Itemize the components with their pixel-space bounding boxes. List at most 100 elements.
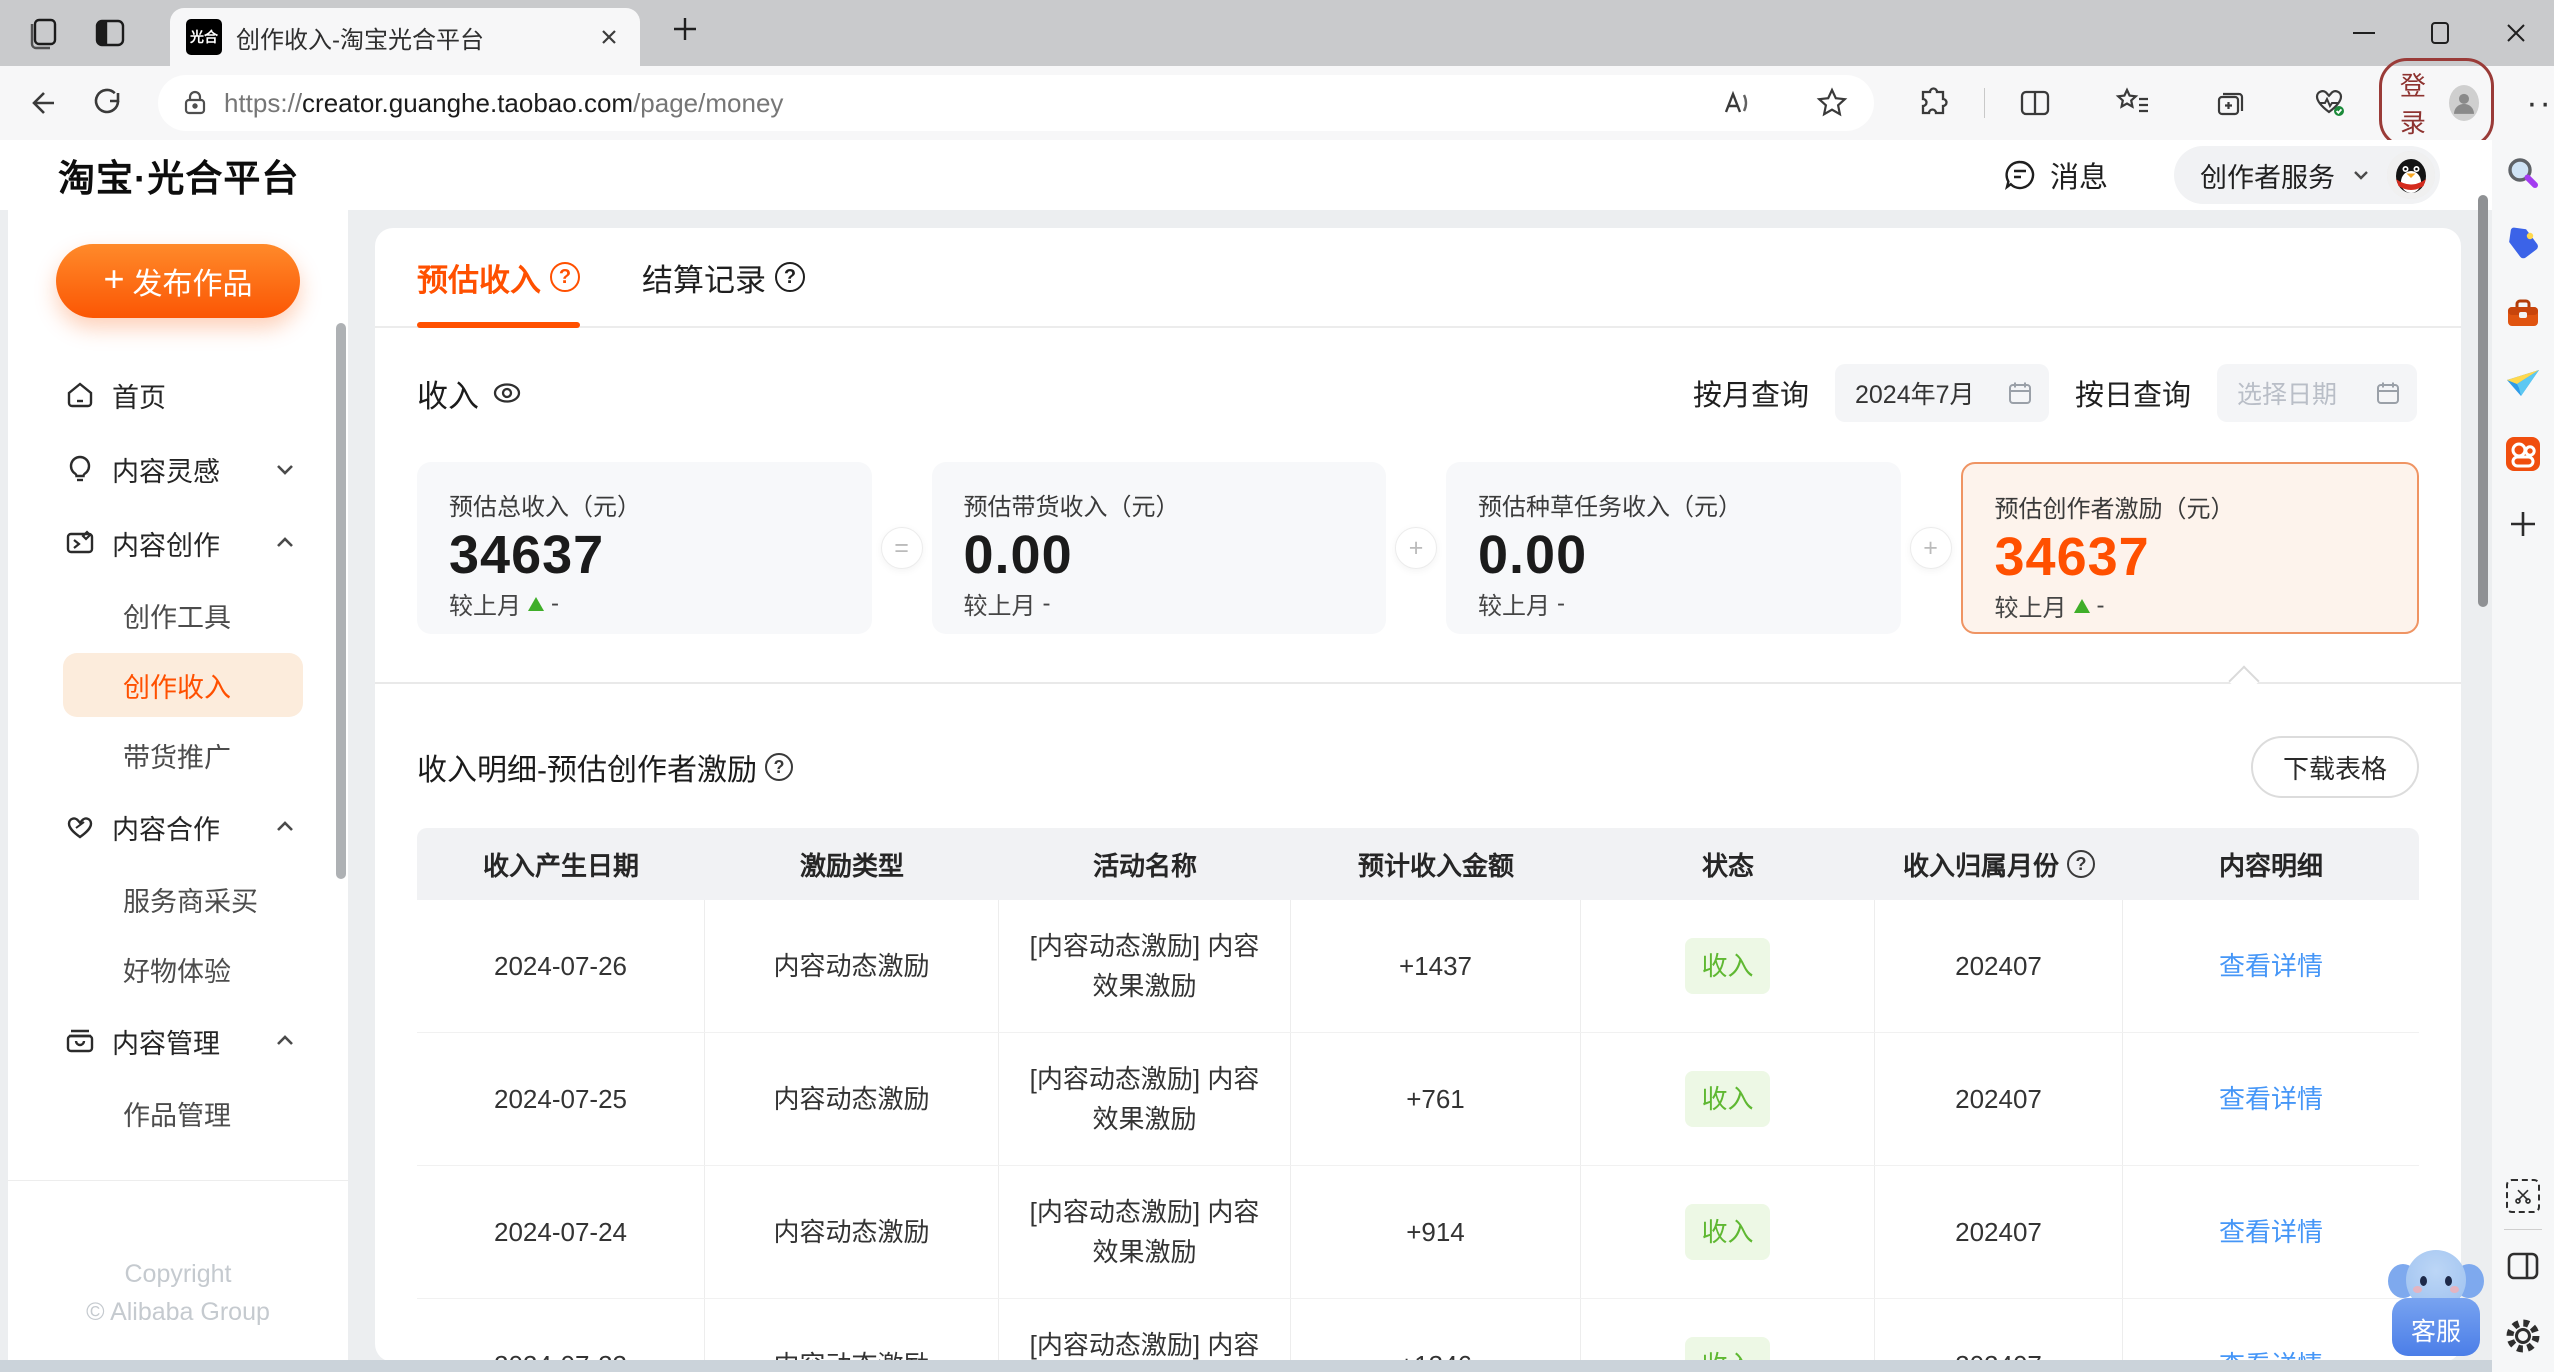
- sidebar-kuaishou-icon[interactable]: [2503, 434, 2543, 474]
- favorites-list-icon[interactable]: [2115, 85, 2151, 121]
- customer-service-button[interactable]: 客服: [2388, 1250, 2484, 1356]
- sidebar-item-inspiration[interactable]: 内容灵感: [8, 432, 348, 506]
- help-icon[interactable]: ?: [765, 753, 793, 781]
- browser-tab[interactable]: 光合 创作收入-淘宝光合平台: [170, 8, 640, 66]
- copyright-line2: © Alibaba Group: [86, 1298, 270, 1327]
- eye-icon[interactable]: [491, 377, 523, 409]
- sidebar-scrollbar[interactable]: [336, 323, 346, 879]
- detail-header-row: 收入明细-预估创作者激励 ? 下载表格: [417, 736, 2419, 798]
- tab-close-icon[interactable]: [594, 22, 624, 52]
- page-scrollbar[interactable]: [2478, 195, 2488, 607]
- sidebar-item-home[interactable]: 首页: [8, 358, 348, 432]
- back-icon[interactable]: [24, 85, 60, 121]
- address-bar[interactable]: https://creator.guanghe.taobao.com/page/…: [158, 75, 1874, 131]
- site-logo[interactable]: 淘宝·光合平台: [58, 148, 299, 202]
- site-header: 淘宝·光合平台 消息 创作者服务: [0, 140, 2492, 210]
- selected-card-caret: [2228, 665, 2260, 697]
- sidebar-item-creation-tools[interactable]: 创作工具: [8, 580, 348, 650]
- refresh-icon[interactable]: [90, 85, 126, 121]
- table-row: 2024-07-23 内容动态激励 [内容动态激励] 内容效果激励 +1346 …: [417, 1299, 2419, 1362]
- date-filters: 按月查询 2024年7月 按日查询 选择日期: [1693, 364, 2419, 422]
- home-icon: [64, 379, 96, 411]
- inbox-icon: [64, 1025, 96, 1057]
- card-total-income[interactable]: 预估总收入（元） 34637 较上月 -: [417, 462, 872, 634]
- extensions-icon[interactable]: [1916, 85, 1952, 121]
- calendar-icon: [2007, 380, 2033, 406]
- publish-work-button[interactable]: + 发布作品: [56, 244, 300, 318]
- workspaces-icon[interactable]: [26, 15, 62, 51]
- login-label: 登录: [2399, 71, 2426, 138]
- sidebar-item-management[interactable]: 内容管理: [8, 1004, 348, 1078]
- tab-estimated-income[interactable]: 预估收入 ?: [417, 228, 580, 328]
- help-icon[interactable]: ?: [2067, 850, 2095, 878]
- sidebar-item-creation-income[interactable]: 创作收入: [8, 650, 348, 720]
- chevron-up-icon: [274, 816, 296, 838]
- horizontal-scrollbar[interactable]: [0, 1360, 2492, 1372]
- sidebar-item-product-trial[interactable]: 好物体验: [8, 934, 348, 1004]
- sidebar-send-icon[interactable]: [2503, 364, 2543, 404]
- screenshot-icon[interactable]: [2506, 1179, 2540, 1213]
- settings-gear-icon[interactable]: [2503, 1316, 2543, 1356]
- sidebar-item-works-management[interactable]: 作品管理: [8, 1078, 348, 1148]
- tab-settlement-records[interactable]: 结算记录 ?: [642, 228, 805, 326]
- messages-entry[interactable]: 消息: [2002, 154, 2108, 196]
- download-table-button[interactable]: 下载表格: [2250, 736, 2419, 798]
- lock-icon[interactable]: [182, 89, 208, 117]
- copyright-line1: Copyright: [124, 1259, 232, 1288]
- toolbar-divider: [1984, 88, 1985, 118]
- income-section-label: 收入: [417, 371, 523, 416]
- browser-essentials-icon[interactable]: [2311, 85, 2347, 121]
- day-picker-input[interactable]: 选择日期: [2217, 364, 2417, 422]
- sidebar-item-service-purchase[interactable]: 服务商采买: [8, 864, 348, 934]
- arrow-up-icon: [2073, 598, 2090, 613]
- split-screen-icon[interactable]: [2017, 85, 2053, 121]
- table-row: 2024-07-24 内容动态激励 [内容动态激励] 内容效果激励 +914 收…: [417, 1166, 2419, 1299]
- tabs-row: 预估收入 ? 结算记录 ?: [375, 228, 2461, 328]
- view-details-link[interactable]: 查看详情: [2219, 1079, 2323, 1119]
- new-tab-button[interactable]: [668, 12, 702, 46]
- calendar-icon: [2375, 380, 2401, 406]
- sidebar-item-promotion[interactable]: 带货推广: [8, 720, 348, 790]
- plus-icon: +: [103, 258, 125, 299]
- sidebar-shopping-icon[interactable]: [2503, 224, 2543, 264]
- collections-icon[interactable]: [2213, 85, 2249, 121]
- restore-button[interactable]: [2402, 0, 2478, 66]
- sidebar-search-icon[interactable]: [2503, 154, 2543, 194]
- status-badge: 收入: [1685, 1203, 1770, 1261]
- close-button[interactable]: [2478, 0, 2554, 66]
- table-row: 2024-07-25 内容动态激励 [内容动态激励] 内容效果激励 +761 收…: [417, 1033, 2419, 1166]
- tab-favicon: 光合: [186, 19, 222, 55]
- card-seeding-task-income[interactable]: 预估种草任务收入（元） 0.00 较上月 -: [1446, 462, 1901, 634]
- chevron-down-icon: [274, 458, 296, 480]
- sidebar-item-creation[interactable]: 内容创作: [8, 506, 348, 580]
- month-picker-input[interactable]: 2024年7月: [1834, 364, 2049, 422]
- user-avatar[interactable]: [2387, 151, 2435, 199]
- card-creator-incentive[interactable]: 预估创作者激励（元） 34637 较上月 -: [1960, 462, 2419, 634]
- help-icon[interactable]: ?: [775, 262, 805, 292]
- sidebar-item-cooperation[interactable]: 内容合作: [8, 790, 348, 864]
- side-panel-icon[interactable]: [2503, 1246, 2543, 1286]
- help-icon[interactable]: ?: [550, 262, 580, 292]
- login-button[interactable]: 登录: [2378, 58, 2495, 148]
- header-income-month: 收入归属月份 ?: [1875, 846, 2123, 883]
- main-panel: 预估收入 ? 结算记录 ? 收入 按月查询 2024年7月 按日查询 选择日期 …: [375, 228, 2461, 1362]
- sidebar-footer: Copyright © Alibaba Group: [8, 1179, 348, 1372]
- view-details-link[interactable]: 查看详情: [2219, 1212, 2323, 1252]
- favorite-star-icon[interactable]: [1814, 85, 1850, 121]
- creator-service-label: 创作者服务: [2200, 162, 2335, 193]
- chevron-down-icon: [2354, 171, 2368, 180]
- read-aloud-icon[interactable]: [1718, 85, 1754, 121]
- day-picker-placeholder: 选择日期: [2237, 381, 2338, 409]
- creator-service-menu[interactable]: 创作者服务: [2174, 146, 2440, 204]
- by-month-label: 按月查询: [1692, 380, 1809, 412]
- tab-actions-icon[interactable]: [92, 15, 128, 51]
- minimize-button[interactable]: [2326, 0, 2402, 66]
- arrow-up-icon: [528, 596, 544, 611]
- sidebar-toolbox-icon[interactable]: [2503, 294, 2543, 334]
- view-details-link[interactable]: 查看详情: [2219, 946, 2323, 986]
- browser-menu-icon[interactable]: ···: [2526, 86, 2554, 120]
- card-sales-income[interactable]: 预估带货收入（元） 0.00 较上月 -: [931, 462, 1386, 634]
- status-badge: 收入: [1685, 1070, 1770, 1128]
- sidebar-add-icon[interactable]: [2503, 504, 2543, 544]
- chevron-up-icon: [274, 1030, 296, 1052]
